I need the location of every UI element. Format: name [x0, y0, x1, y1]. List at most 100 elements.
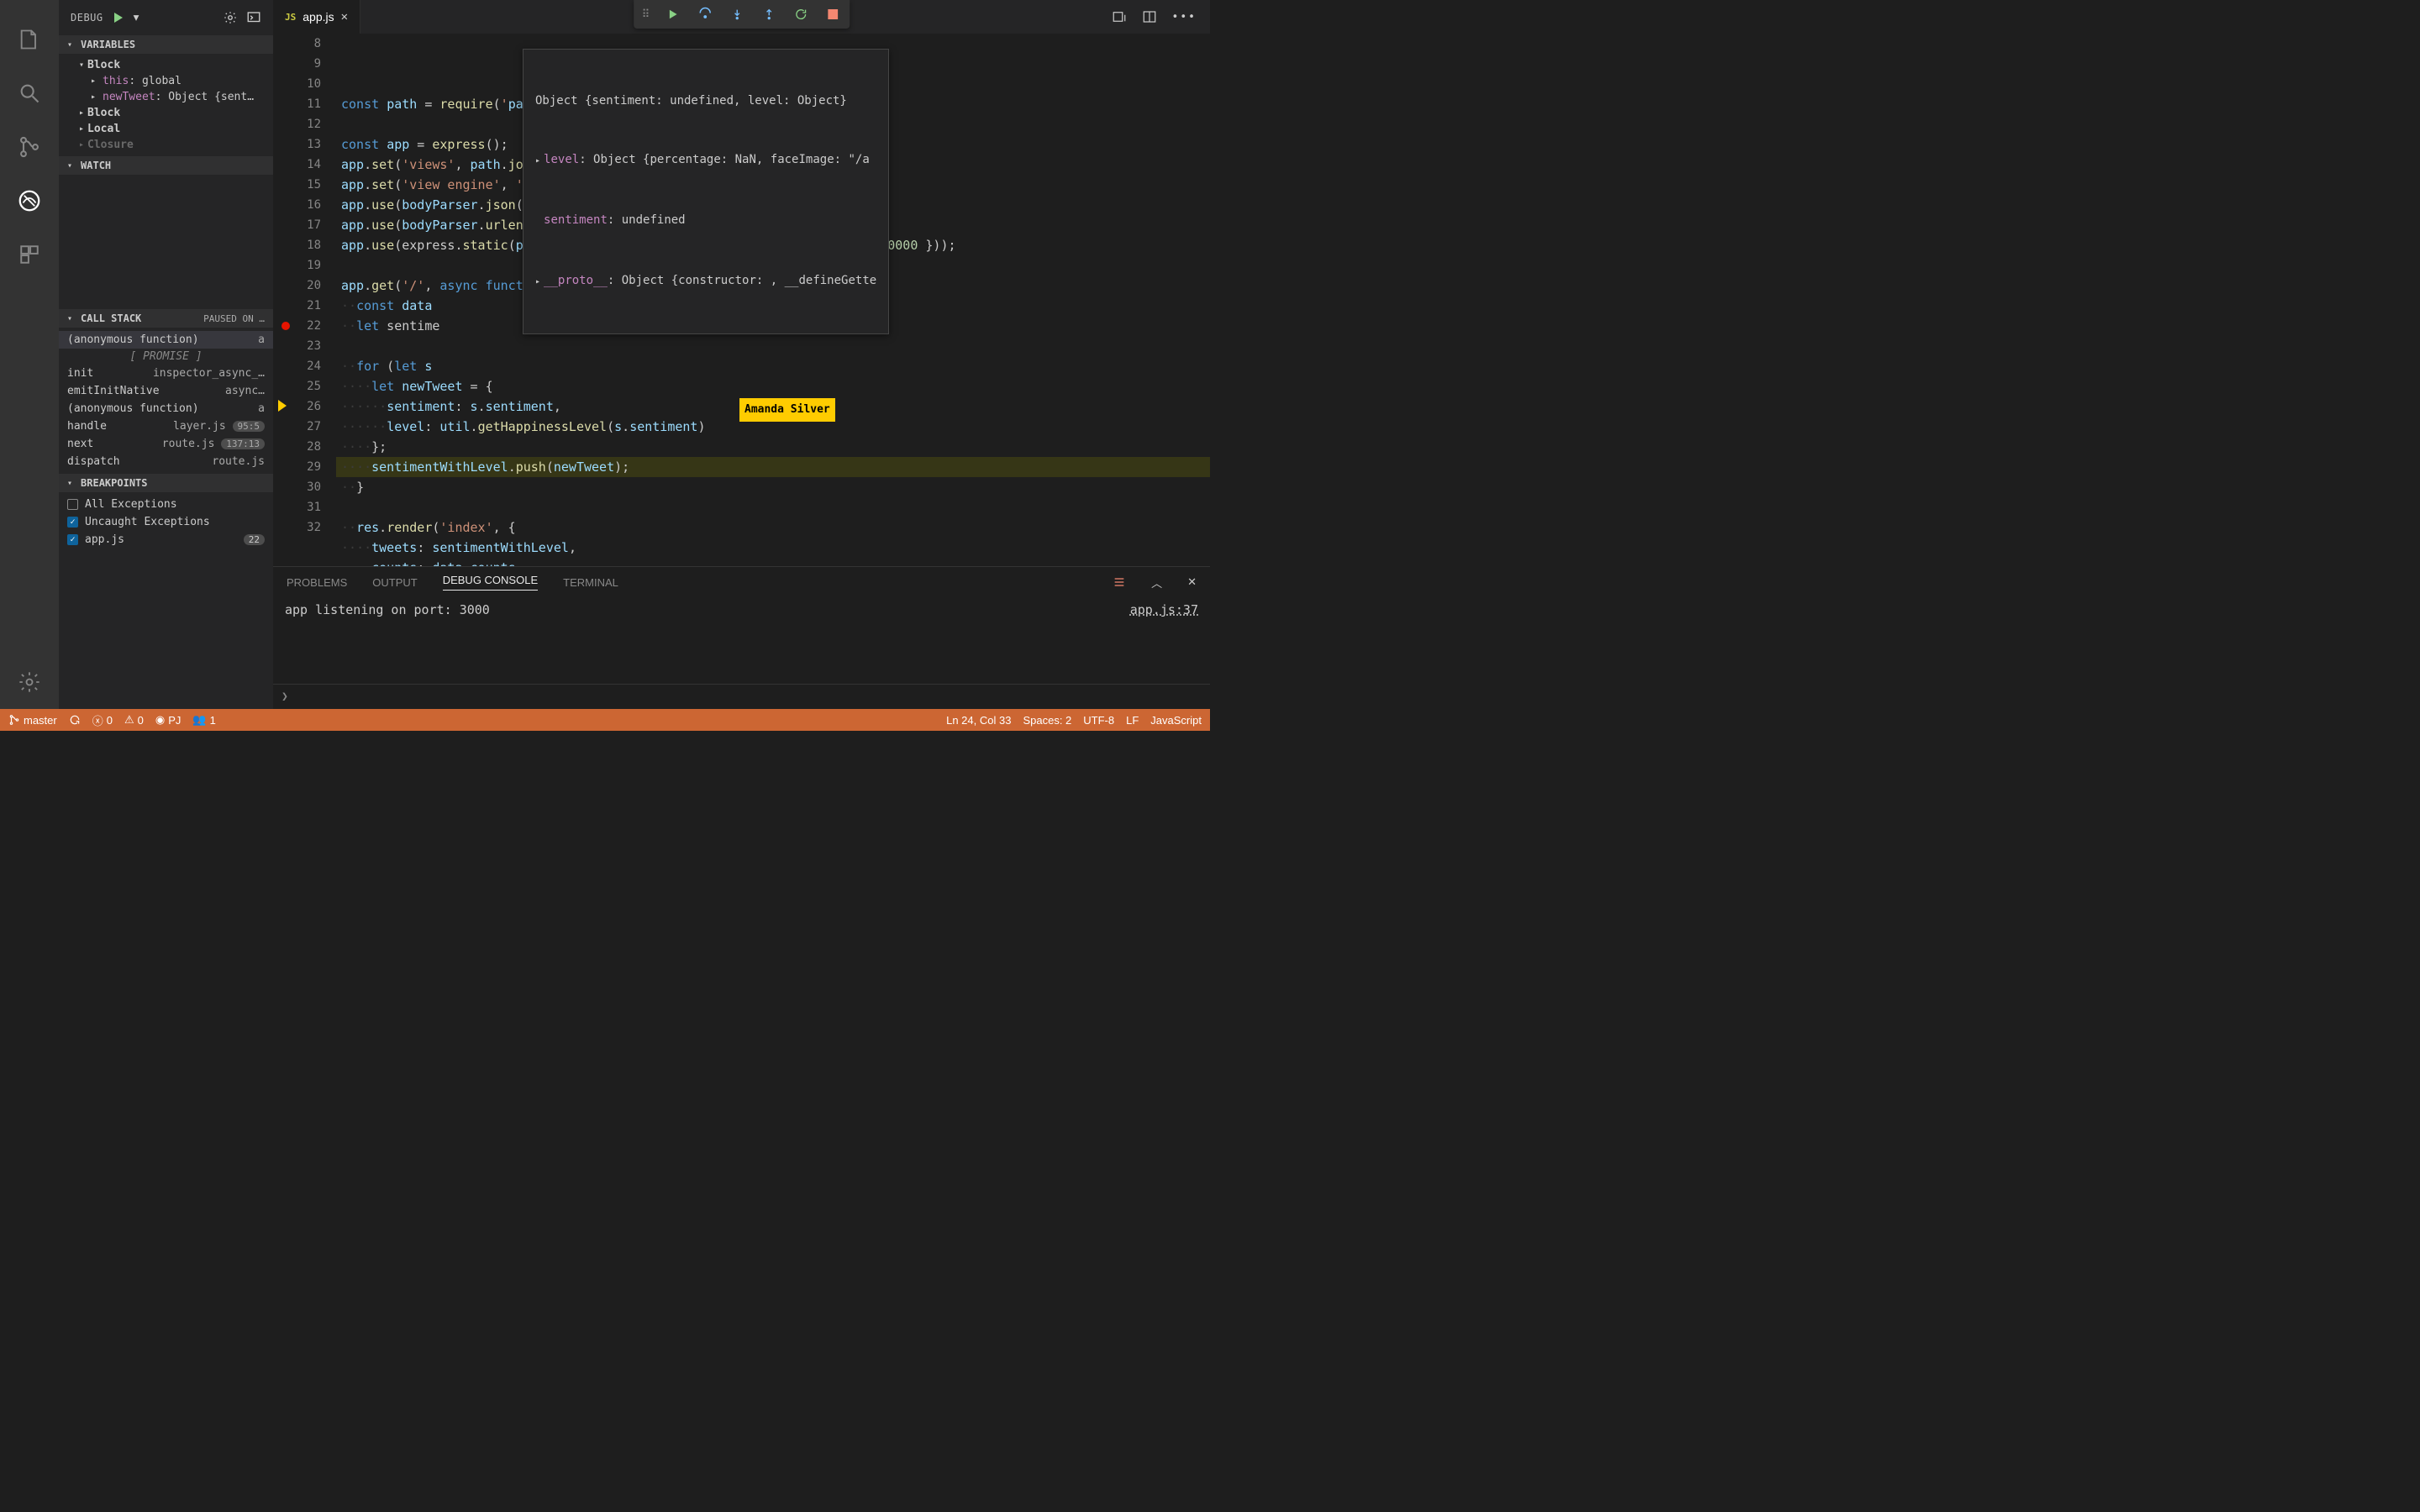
scope-block[interactable]: Block	[59, 57, 273, 73]
code-line[interactable]: ····let newTweet = {	[336, 376, 1210, 396]
tab-appjs[interactable]: JS app.js ✕	[273, 0, 360, 34]
line-number[interactable]: 9	[273, 54, 321, 74]
hover-row-sentiment[interactable]: sentiment: undefined	[532, 209, 880, 233]
line-number[interactable]: 28	[273, 437, 321, 457]
line-number[interactable]: 16	[273, 195, 321, 215]
line-number[interactable]: 20	[273, 276, 321, 296]
stop-button[interactable]	[824, 6, 841, 23]
code-line[interactable]: ··for (let s	[336, 356, 1210, 376]
restart-button[interactable]	[792, 6, 809, 23]
callstack-row[interactable]: initinspector_async_…	[59, 365, 273, 382]
clear-console-icon[interactable]	[1113, 575, 1126, 589]
language-indicator[interactable]: JavaScript	[1150, 714, 1202, 727]
start-debug-button[interactable]	[112, 11, 125, 24]
line-number[interactable]: 31	[273, 497, 321, 517]
debug-config-dropdown-icon[interactable]: ▾	[134, 11, 139, 24]
callstack-row[interactable]: emitInitNativeasync…	[59, 382, 273, 400]
branch-indicator[interactable]: master	[8, 714, 57, 727]
line-number[interactable]: 8	[273, 34, 321, 54]
encoding-indicator[interactable]: UTF-8	[1083, 714, 1114, 727]
line-number[interactable]: 30	[273, 477, 321, 497]
split-editor-icon[interactable]	[1142, 9, 1157, 24]
code-area[interactable]: Object {sentiment: undefined, level: Obj…	[336, 34, 1210, 566]
line-number[interactable]: 14	[273, 155, 321, 175]
code-line[interactable]: ··}	[336, 477, 1210, 497]
repl-input[interactable]: ❯	[273, 684, 1210, 709]
breakpoint-row[interactable]: All Exceptions	[59, 496, 273, 513]
code-line[interactable]: ····sentimentWithLevel.push(newTweet);	[336, 457, 1210, 477]
explorer-icon[interactable]	[16, 26, 43, 53]
debug-console-icon[interactable]	[246, 10, 261, 25]
line-number[interactable]: 21	[273, 296, 321, 316]
errors-indicator[interactable]: ⓧ 0	[92, 712, 113, 728]
close-tab-icon[interactable]: ✕	[341, 10, 348, 24]
line-number[interactable]: 19	[273, 255, 321, 276]
checkbox-icon[interactable]	[67, 499, 78, 510]
line-number[interactable]: 15	[273, 175, 321, 195]
gear-icon[interactable]	[223, 10, 238, 25]
code-line[interactable]	[336, 497, 1210, 517]
scm-icon[interactable]	[16, 134, 43, 160]
code-line[interactable]: ····};	[336, 437, 1210, 457]
line-number[interactable]: 13	[273, 134, 321, 155]
hover-row-proto[interactable]: ▸__proto__: Object {constructor: , __def…	[532, 270, 880, 293]
debug-icon[interactable]	[16, 187, 43, 214]
drag-grip-icon[interactable]: ⠿	[642, 8, 650, 21]
line-number[interactable]: 29	[273, 457, 321, 477]
line-number[interactable]: 12	[273, 114, 321, 134]
scope-local[interactable]: Local	[59, 121, 273, 137]
callstack-row[interactable]: nextroute.js 137:13	[59, 435, 273, 453]
tab-terminal[interactable]: TERMINAL	[563, 576, 618, 589]
line-number[interactable]: 18	[273, 235, 321, 255]
search-icon[interactable]	[16, 80, 43, 107]
sync-icon[interactable]	[69, 714, 81, 726]
line-number[interactable]: 11	[273, 94, 321, 114]
checkbox-icon[interactable]: ✓	[67, 534, 78, 545]
line-number[interactable]: 26	[273, 396, 321, 417]
breakpoints-section-header[interactable]: BREAKPOINTS	[59, 474, 273, 492]
line-gutter[interactable]: 8910111213141516171819202122232425262728…	[273, 34, 336, 566]
toggle-word-wrap-icon[interactable]	[1112, 9, 1127, 24]
settings-gear-icon[interactable]	[16, 669, 43, 696]
breakpoint-row[interactable]: ✓app.js22	[59, 531, 273, 549]
callstack-row[interactable]: dispatchroute.js	[59, 453, 273, 470]
tab-output[interactable]: OUTPUT	[372, 576, 417, 589]
more-actions-icon[interactable]: •••	[1172, 11, 1197, 24]
watch-section-header[interactable]: WATCH	[59, 156, 273, 175]
breakpoint-dot-icon[interactable]	[281, 322, 290, 330]
callstack-row[interactable]: (anonymous function)a	[59, 400, 273, 417]
code-line[interactable]: ······level: util.getHappinessLevel(s.se…	[336, 417, 1210, 437]
scope-closure[interactable]: Closure	[59, 137, 273, 153]
editor-body[interactable]: 8910111213141516171819202122232425262728…	[273, 34, 1210, 566]
cursor-position[interactable]: Ln 24, Col 33	[946, 714, 1011, 727]
variable-this[interactable]: ▸this: global	[59, 73, 273, 89]
hover-row-level[interactable]: ▸level: Object {percentage: NaN, faceIma…	[532, 149, 880, 172]
line-number[interactable]: 27	[273, 417, 321, 437]
debug-toolbar[interactable]: ⠿	[634, 0, 850, 29]
line-number[interactable]: 17	[273, 215, 321, 235]
warnings-indicator[interactable]: ⚠ 0	[124, 713, 144, 727]
callstack-row[interactable]: (anonymous function)a	[59, 331, 273, 349]
line-number[interactable]: 24	[273, 356, 321, 376]
live-share-indicator[interactable]: ◉ PJ	[155, 713, 182, 727]
tab-debug-console[interactable]: DEBUG CONSOLE	[443, 574, 538, 591]
continue-button[interactable]	[665, 6, 681, 23]
callstack-section-header[interactable]: CALL STACK PAUSED ON …	[59, 309, 273, 328]
variables-section-header[interactable]: VARIABLES	[59, 35, 273, 54]
debug-hover-popup[interactable]: Object {sentiment: undefined, level: Obj…	[523, 49, 889, 334]
participants-indicator[interactable]: 👥 1	[192, 713, 215, 727]
eol-indicator[interactable]: LF	[1126, 714, 1139, 727]
step-into-button[interactable]	[729, 6, 745, 23]
checkbox-icon[interactable]: ✓	[67, 517, 78, 528]
extensions-icon[interactable]	[16, 241, 43, 268]
breakpoint-row[interactable]: ✓Uncaught Exceptions	[59, 513, 273, 531]
line-number[interactable]: 10	[273, 74, 321, 94]
close-panel-icon[interactable]: ✕	[1187, 575, 1197, 589]
collapse-panel-icon[interactable]: ︿	[1151, 575, 1162, 591]
variable-newtweet[interactable]: ▸newTweet: Object {sent…	[59, 89, 273, 105]
indentation-indicator[interactable]: Spaces: 2	[1023, 714, 1071, 727]
line-number[interactable]: 25	[273, 376, 321, 396]
scope-block2[interactable]: Block	[59, 105, 273, 121]
line-number[interactable]: 23	[273, 336, 321, 356]
code-line[interactable]: ····tweets: sentimentWithLevel,	[336, 538, 1210, 558]
